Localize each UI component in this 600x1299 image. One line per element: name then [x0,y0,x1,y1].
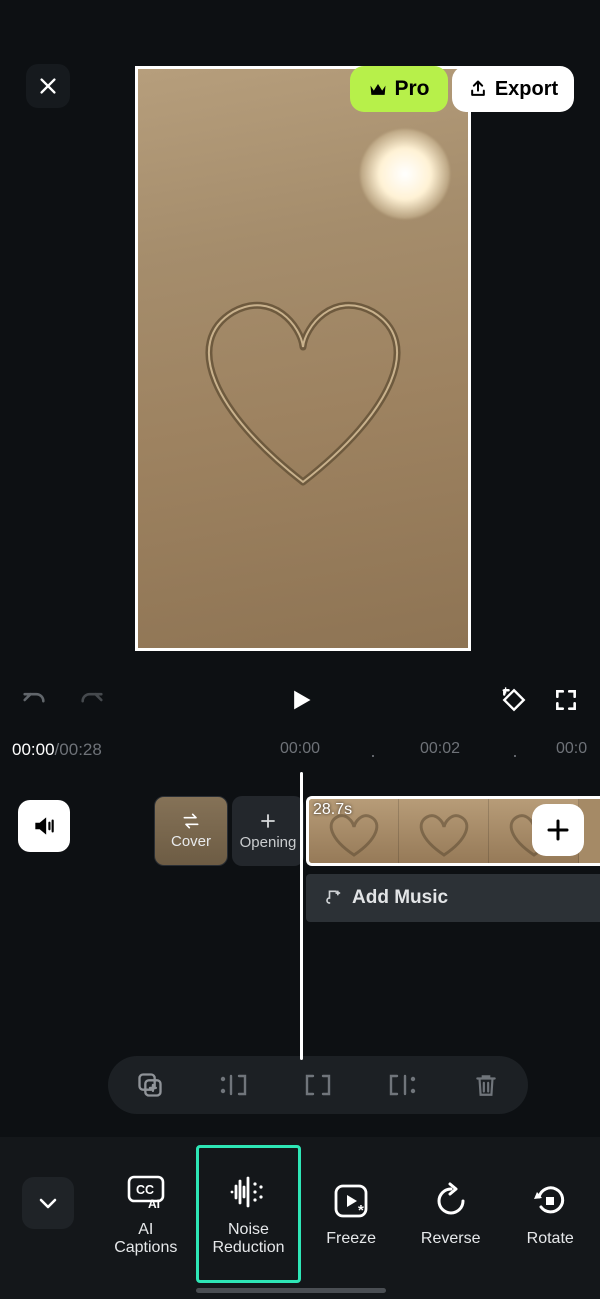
split-left-button[interactable] [210,1061,258,1109]
split-icon [303,1072,333,1098]
pro-label: Pro [394,77,429,101]
opening-chip[interactable]: Opening [232,796,304,866]
cc-ai-icon: CCAI [126,1174,166,1210]
collapse-tools-button[interactable] [22,1177,74,1229]
cover-label: Cover [171,833,211,850]
rotate-icon [531,1182,569,1220]
preview-heart-drawing [173,272,433,502]
fullscreen-icon [553,687,579,713]
tool-scroll-indicator [196,1288,386,1293]
keyframe-button[interactable]: + [494,680,534,720]
preview-sun-glow [360,129,450,219]
tool-label: Noise Reduction [212,1221,284,1258]
plus-icon [259,812,277,830]
tool-label: Freeze [326,1230,376,1248]
ruler-tick: 00:02 [420,740,460,758]
pro-badge-button[interactable]: Pro [350,66,448,112]
tool-ai-captions[interactable]: CCAI AI Captions [96,1145,196,1283]
export-label: Export [495,78,558,101]
tool-label: Reverse [421,1230,481,1248]
split-right-icon [387,1072,417,1098]
video-preview[interactable] [135,66,471,651]
duplicate-button[interactable] [126,1061,174,1109]
delete-button[interactable] [462,1061,510,1109]
fullscreen-button[interactable] [546,680,586,720]
chevron-down-icon [36,1191,60,1215]
clip-edit-toolbar [108,1056,528,1114]
svg-text:AI: AI [148,1197,160,1210]
play-button[interactable] [280,680,320,720]
time-ruler: 00:00/00:28 00:00 · 00:02 · 00:0 [0,740,600,770]
speaker-icon [31,813,57,839]
undo-button[interactable] [14,680,54,720]
tool-freeze[interactable]: * Freeze [301,1145,401,1283]
add-clip-button[interactable] [532,804,584,856]
add-music-label: Add Music [352,887,448,909]
preview-controls-row: + [0,672,600,728]
time-display: 00:00/00:28 [12,740,102,760]
tool-label: AI Captions [114,1221,177,1258]
freeze-icon: * [332,1182,370,1220]
cover-chip[interactable]: Cover [154,796,228,866]
svg-text:CC: CC [136,1183,154,1197]
play-icon [286,686,314,714]
mute-button[interactable] [18,800,70,852]
duplicate-plus-icon [136,1071,164,1099]
split-right-button[interactable] [378,1061,426,1109]
keyframe-diamond-icon: + [501,687,527,713]
ruler-tick: 00:00 [280,740,320,758]
time-current-value: 00:00 [12,740,55,759]
redo-button[interactable] [72,680,112,720]
bottom-tool-bar: CCAI AI Captions Noise Reduction * Freez… [0,1137,600,1299]
clip-duration-label: 28.7s [313,801,352,819]
add-music-button[interactable]: Add Music [306,874,600,922]
crown-icon [368,79,388,99]
plus-icon [546,818,570,842]
svg-text:*: * [358,1202,364,1219]
upload-icon [468,79,488,99]
tool-rotate[interactable]: Rotate [500,1145,600,1283]
close-icon [37,75,59,97]
reverse-icon [432,1182,470,1220]
close-button[interactable] [26,64,70,108]
trash-icon [473,1072,499,1098]
svg-text:+: + [502,687,509,698]
split-left-icon [219,1072,249,1098]
undo-icon [20,686,48,714]
tool-noise-reduction[interactable]: Noise Reduction [196,1145,302,1283]
split-button[interactable] [294,1061,342,1109]
tool-reverse[interactable]: Reverse [401,1145,501,1283]
ruler-dot: · [512,745,518,766]
redo-icon [78,686,106,714]
tool-label: Rotate [527,1230,574,1248]
noise-reduction-icon [228,1175,268,1209]
opening-label: Opening [240,834,297,851]
ruler-tick: 00:0 [556,740,587,758]
music-note-plus-icon [322,888,342,908]
time-duration-value: 00:28 [59,740,102,759]
swap-icon [181,813,201,829]
ruler-dot: · [370,745,376,766]
export-button[interactable]: Export [452,66,574,112]
